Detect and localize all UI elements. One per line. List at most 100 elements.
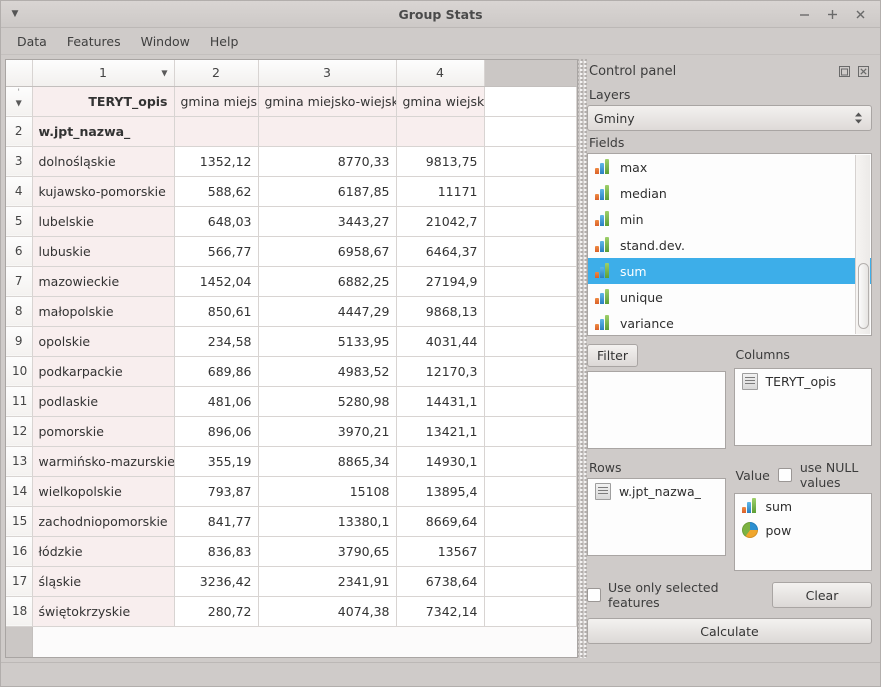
filter-list[interactable] [587,371,726,449]
table-cell-value[interactable]: 2341,91 [258,566,397,597]
chevron-down-icon[interactable]: ▼ [16,99,22,108]
table-cell-value[interactable]: 3970,21 [258,416,397,447]
table-cell-name[interactable]: pomorskie [32,416,175,447]
table-column-header[interactable]: 4 [396,60,485,87]
table-row-header[interactable]: 18 [6,596,33,627]
table-cell-name[interactable]: dolnośląskie [32,146,175,177]
table-cell-value[interactable]: 7342,14 [396,596,485,627]
layers-select[interactable]: Gminy [587,105,872,131]
table-corner-cell[interactable] [6,60,33,87]
table-cell-name[interactable]: lubuskie [32,236,175,267]
table-cell-value[interactable]: 850,61 [174,296,259,327]
table-cell-empty[interactable] [258,116,397,147]
table-row-header[interactable]: 5 [6,206,33,237]
table-cell-value[interactable]: 234,58 [174,326,259,357]
table-cell-name[interactable]: kujawsko-pomorskie [32,176,175,207]
table-row-header[interactable]: 12 [6,416,33,447]
table-row[interactable]: 5 lubelskie 648,03 3443,27 21042,7 [6,206,577,237]
menu-data[interactable]: Data [7,30,57,53]
table-cell-field-name[interactable]: TERYT_opis [32,86,175,117]
chevron-down-icon[interactable]: ▼ [161,68,167,77]
table-cell-name[interactable]: opolskie [32,326,175,357]
table-cell-value[interactable]: 1352,12 [174,146,259,177]
table-cell-value[interactable]: 6738,64 [396,566,485,597]
table-row-header[interactable]: 8 [6,296,33,327]
table-cell-value[interactable]: 1452,04 [174,266,259,297]
value-list-item-sum[interactable]: sum [735,494,872,518]
columns-list-item[interactable]: TERYT_opis [735,369,872,393]
table-cell-name[interactable]: łódzkie [32,536,175,567]
table-cell-name[interactable]: zachodniopomorskie [32,506,175,537]
table-row-header[interactable]: 11 [6,386,33,417]
table-row-header[interactable]: 6 [6,236,33,267]
menu-help[interactable]: Help [200,30,249,53]
table-cell-group-name[interactable]: w.jpt_nazwa_ [32,116,175,147]
table-cell-value[interactable]: 12170,3 [396,356,485,387]
close-icon[interactable] [853,7,868,22]
table-cell-value[interactable]: 15108 [258,476,397,507]
table-row-header[interactable]: 13 [6,446,33,477]
table-row[interactable]: 18 świętokrzyskie 280,72 4074,38 7342,14 [6,596,577,627]
table-cell-empty[interactable] [174,116,259,147]
window-menu-icon[interactable]: ▼ [8,7,22,21]
fields-list-item[interactable]: stand.dev. [588,232,871,258]
use-null-values-checkbox[interactable] [777,468,792,482]
table-row-header[interactable]: 10 [6,356,33,387]
table-column-header[interactable]: 3 [258,60,397,87]
table-cell-field-name[interactable]: gmina miejsko-wiejska [258,86,397,117]
table-row[interactable]: 7 mazowieckie 1452,04 6882,25 27194,9 [6,266,577,297]
table-cell-name[interactable]: świętokrzyskie [32,596,175,627]
table-cell-name[interactable]: lubelskie [32,206,175,237]
table-cell-value[interactable]: 13380,1 [258,506,397,537]
table-cell-value[interactable]: 11171 [396,176,485,207]
table-cell-value[interactable]: 14930,1 [396,446,485,477]
table-cell-name[interactable]: śląskie [32,566,175,597]
table-cell-value[interactable]: 9868,13 [396,296,485,327]
table-row[interactable]: 8 małopolskie 850,61 4447,29 9868,13 [6,296,577,327]
table-cell-value[interactable]: 280,72 [174,596,259,627]
table-row[interactable]: 17 śląskie 3236,42 2341,91 6738,64 [6,566,577,597]
table-row[interactable]: 13 warmińsko-mazurskie 355,19 8865,34 14930,… [6,446,577,477]
table-cell-value[interactable]: 6187,85 [258,176,397,207]
maximize-icon[interactable] [825,7,840,22]
clear-button[interactable]: Clear [772,582,872,608]
table-row[interactable]: 9 opolskie 234,58 5133,95 4031,44 [6,326,577,357]
rows-list[interactable]: w.jpt_nazwa_ [587,478,726,556]
table-row-header[interactable]: 16 [6,536,33,567]
table-cell-value[interactable]: 13895,4 [396,476,485,507]
table-row[interactable]: 3 dolnośląskie 1352,12 8770,33 9813,75 [6,146,577,177]
use-only-selected-checkbox[interactable] [587,588,601,602]
table-cell-value[interactable]: 21042,7 [396,206,485,237]
table-cell-value[interactable]: 836,83 [174,536,259,567]
fields-list[interactable]: max median min stand.dev. sum unique variance [587,153,872,336]
fields-scrollbar-thumb[interactable] [858,263,869,329]
table-column-header[interactable]: 1 ▼ [32,60,175,87]
table-cell-value[interactable]: 13421,1 [396,416,485,447]
table-cell-name[interactable]: wielkopolskie [32,476,175,507]
table-cell-value[interactable]: 8770,33 [258,146,397,177]
table-row-header[interactable]: 2 [6,116,33,147]
table-row[interactable]: 11 podlaskie 481,06 5280,98 14431,1 [6,386,577,417]
fields-list-item[interactable]: sum [588,258,871,284]
table-cell-value[interactable]: 6958,67 [258,236,397,267]
table-cell-name[interactable]: warmińsko-mazurskie [32,446,175,477]
value-list-item-pow[interactable]: pow [735,518,872,542]
table-cell-value[interactable]: 6882,25 [258,266,397,297]
table-cell-value[interactable]: 6464,37 [396,236,485,267]
table-row[interactable]: 15 zachodniopomorskie 841,77 13380,1 8669,64 [6,506,577,537]
table-cell-value[interactable]: 481,06 [174,386,259,417]
fields-list-item[interactable]: min [588,206,871,232]
table-row[interactable]: 14 wielkopolskie 793,87 15108 13895,4 [6,476,577,507]
fields-list-item[interactable]: variance [588,310,871,335]
table-cell-value[interactable]: 841,77 [174,506,259,537]
table-row-header[interactable]: 3 [6,146,33,177]
table-row-header[interactable]: 7 [6,266,33,297]
table-cell-value[interactable]: 9813,75 [396,146,485,177]
table-row-header[interactable]: 9 [6,326,33,357]
table-row-header[interactable]: ' ▼ [6,86,33,117]
table-cell-empty[interactable] [396,116,485,147]
table-row[interactable]: 12 pomorskie 896,06 3970,21 13421,1 [6,416,577,447]
table-row-header[interactable]: 15 [6,506,33,537]
menu-window[interactable]: Window [131,30,200,53]
table-cell-value[interactable]: 4447,29 [258,296,397,327]
